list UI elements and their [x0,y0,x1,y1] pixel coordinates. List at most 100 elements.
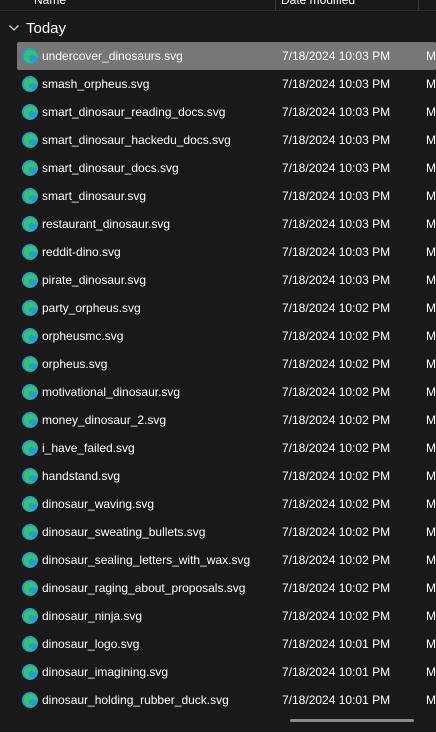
svg-file-icon [21,215,39,233]
file-date-modified: 7/18/2024 10:02 PM [282,525,391,539]
file-type: M [426,329,436,343]
svg-file-icon [21,579,39,597]
file-row[interactable]: party_orpheus.svg 7/18/2024 10:02 PM M [17,294,436,322]
column-header-name[interactable]: Name [34,0,264,10]
file-date-modified: 7/18/2024 10:03 PM [282,105,391,119]
file-name: smart_dinosaur_docs.svg [42,161,179,175]
svg-file-icon [21,411,39,429]
chevron-down-icon[interactable] [8,22,20,34]
file-type: M [426,637,436,651]
svg-file-icon [21,551,39,569]
file-name: dinosaur_imagining.svg [42,665,169,679]
file-name: pirate_dinosaur.svg [42,273,147,287]
file-row[interactable]: dinosaur_raging_about_proposals.svg 7/18/… [17,574,436,602]
svg-file-icon [21,495,39,513]
file-name: orpheus.svg [42,357,108,371]
file-row[interactable]: smart_dinosaur_reading_docs.svg 7/18/2024… [17,98,436,126]
file-date-modified: 7/18/2024 10:03 PM [282,161,391,175]
file-type: M [426,665,436,679]
file-name: reddit-dino.svg [42,245,121,259]
file-list: undercover_dinosaurs.svg 7/18/2024 10:03 … [0,42,436,714]
file-name: party_orpheus.svg [42,301,141,315]
file-type: M [426,133,436,147]
file-name: smash_orpheus.svg [42,77,150,91]
file-row[interactable]: dinosaur_logo.svg 7/18/2024 10:01 PM M [17,630,436,658]
file-type: M [426,469,436,483]
group-label: Today [26,19,67,37]
svg-file-icon [21,103,39,121]
file-name: dinosaur_waving.svg [42,497,155,511]
file-date-modified: 7/18/2024 10:02 PM [282,329,391,343]
file-name: handstand.svg [42,469,121,483]
file-name: dinosaur_logo.svg [42,637,140,651]
column-header-date-modified[interactable]: Date modified [281,0,411,10]
file-type: M [426,217,436,231]
column-divider[interactable] [418,0,419,10]
svg-file-icon [21,131,39,149]
svg-file-icon [21,271,39,289]
file-row[interactable]: reddit-dino.svg 7/18/2024 10:03 PM M [17,238,436,266]
svg-file-icon [21,75,39,93]
file-row[interactable]: smart_dinosaur.svg 7/18/2024 10:03 PM M [17,182,436,210]
file-type: M [426,385,436,399]
file-date-modified: 7/18/2024 10:03 PM [282,273,391,287]
file-name: dinosaur_holding_rubber_duck.svg [42,693,229,707]
file-row[interactable]: dinosaur_holding_rubber_duck.svg 7/18/202… [17,686,436,714]
file-type: M [426,497,436,511]
svg-file-icon [21,467,39,485]
file-row[interactable]: smart_dinosaur_hackedu_docs.svg 7/18/2024… [17,126,436,154]
file-date-modified: 7/18/2024 10:02 PM [282,357,391,371]
file-name: dinosaur_ninja.svg [42,609,143,623]
svg-file-icon [21,47,39,65]
file-row[interactable]: restaurant_dinosaur.svg 7/18/2024 10:03 P… [17,210,436,238]
file-name: restaurant_dinosaur.svg [42,217,171,231]
column-header-bar: Name Date modified [0,0,436,11]
file-date-modified: 7/18/2024 10:02 PM [282,413,391,427]
file-date-modified: 7/18/2024 10:03 PM [282,133,391,147]
horizontal-scrollbar-thumb[interactable] [290,719,414,722]
file-date-modified: 7/18/2024 10:02 PM [282,609,391,623]
file-name: i_have_failed.svg [42,441,135,455]
file-explorer-window: Name Date modified Today undercover_dino… [0,0,436,732]
svg-file-icon [21,691,39,709]
file-row[interactable]: dinosaur_ninja.svg 7/18/2024 10:02 PM M [17,602,436,630]
file-row[interactable]: handstand.svg 7/18/2024 10:02 PM M [17,462,436,490]
file-row[interactable]: smart_dinosaur_docs.svg 7/18/2024 10:03 P… [17,154,436,182]
file-date-modified: 7/18/2024 10:02 PM [282,497,391,511]
file-row[interactable]: orpheusmc.svg 7/18/2024 10:02 PM M [17,322,436,350]
file-type: M [426,161,436,175]
svg-file-icon [21,299,39,317]
file-row[interactable]: motivational_dinosaur.svg 7/18/2024 10:02… [17,378,436,406]
svg-file-icon [21,523,39,541]
file-type: M [426,245,436,259]
file-name: smart_dinosaur.svg [42,189,147,203]
file-type: M [426,105,436,119]
file-type: M [426,581,436,595]
file-name: undercover_dinosaurs.svg [42,49,183,63]
file-type: M [426,77,436,91]
file-name: smart_dinosaur_hackedu_docs.svg [42,133,231,147]
file-row[interactable]: i_have_failed.svg 7/18/2024 10:02 PM M [17,434,436,462]
file-row[interactable]: undercover_dinosaurs.svg 7/18/2024 10:03 … [17,42,436,70]
file-type: M [426,525,436,539]
file-row[interactable]: smash_orpheus.svg 7/18/2024 10:03 PM M [17,70,436,98]
file-row[interactable]: dinosaur_sealing_letters_with_wax.svg 7/1… [17,546,436,574]
file-type: M [426,553,436,567]
file-type: M [426,413,436,427]
file-name: money_dinosaur_2.svg [42,413,167,427]
file-row[interactable]: pirate_dinosaur.svg 7/18/2024 10:03 PM M [17,266,436,294]
svg-file-icon [21,439,39,457]
file-name: motivational_dinosaur.svg [42,385,181,399]
file-type: M [426,609,436,623]
file-row[interactable]: orpheus.svg 7/18/2024 10:02 PM M [17,350,436,378]
file-row[interactable]: dinosaur_waving.svg 7/18/2024 10:02 PM M [17,490,436,518]
column-divider[interactable] [275,0,276,10]
file-date-modified: 7/18/2024 10:02 PM [282,301,391,315]
file-row[interactable]: dinosaur_sweating_bullets.svg 7/18/2024 1… [17,518,436,546]
file-row[interactable]: money_dinosaur_2.svg 7/18/2024 10:02 PM M [17,406,436,434]
file-date-modified: 7/18/2024 10:02 PM [282,553,391,567]
file-row[interactable]: dinosaur_imagining.svg 7/18/2024 10:01 PM… [17,658,436,686]
group-header-today[interactable]: Today [8,17,66,39]
file-type: M [426,189,436,203]
file-date-modified: 7/18/2024 10:03 PM [282,49,391,63]
